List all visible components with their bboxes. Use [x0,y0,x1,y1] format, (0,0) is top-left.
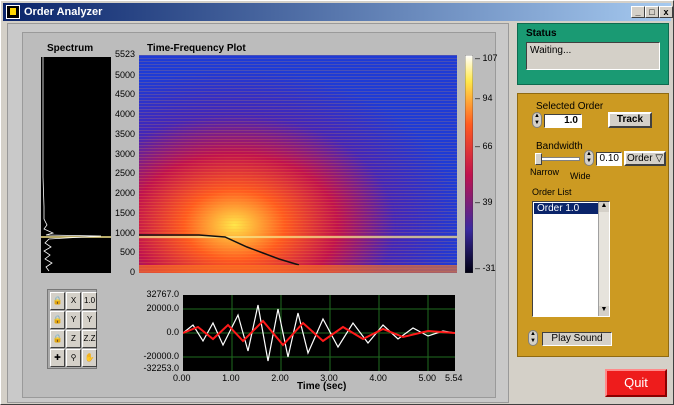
crosshair-icon[interactable]: ✚ [50,349,65,367]
order-list-label: Order List [532,187,572,197]
waveform-y-tick: -20000.0 [143,351,179,361]
quit-button[interactable]: Quit [605,369,667,397]
scroll-up-icon[interactable]: ▲ [599,202,609,212]
lock-icon[interactable]: 🔒 [50,330,65,348]
bandwidth-slider[interactable] [536,157,580,161]
z-format-icon[interactable]: Z.Z [82,330,97,348]
waveform-x-tick: 0.00 [173,373,191,383]
tf-ylabel: Frequency (Hz) [101,90,112,163]
x-scale-icon[interactable]: X [66,292,81,310]
scroll-down-icon[interactable]: ▼ [599,306,609,316]
tf-y-tick: 0 [129,267,135,277]
spectrogram-image[interactable] [139,55,457,273]
waveform-x-tick: 4.00 [369,373,387,383]
wide-label: Wide [570,171,591,181]
graph-palette: 🔒 X 1.0 🔒 Y Y 🔒 Z Z.Z ✚ ⚲ ✋ [47,289,97,369]
lock-icon[interactable]: 🔒 [50,311,65,329]
waveform-graph[interactable] [183,295,455,371]
tf-y-tick: 4000 [114,109,135,120]
order-list-item[interactable]: Order 1.0 [534,203,598,214]
order-spinner[interactable]: ▲ ▼ [532,112,542,128]
narrow-label: Narrow [530,167,560,177]
waveform-y-tick: 0.0 [166,327,179,337]
colorbar [465,55,473,273]
status-label: Status [526,28,557,39]
waveform-y-tick: 32767.0 [146,289,179,299]
lock-icon[interactable]: 🔒 [50,292,65,310]
analysis-panel: Spectrum Time-Frequency Plot Frequency (… [7,23,509,403]
tf-y-tick: 5523 [114,49,135,59]
play-sound-field[interactable]: Play Sound [542,332,612,346]
unit-select-value: Order [626,153,653,164]
waveform-x-tick: 5.54 [445,373,463,383]
waveform-y-tick: 20000.0 [146,303,179,313]
bandwidth-slider-thumb[interactable] [535,153,543,165]
waveform-x-tick: 1.00 [222,373,240,383]
order-list[interactable]: Order 1.0 ▲ ▼ [532,201,610,317]
y-scale-icon[interactable]: Y [66,311,81,329]
pan-icon[interactable]: ✋ [82,349,97,367]
window-title: Order Analyzer [24,6,103,18]
maximize-button[interactable]: □ [645,6,659,18]
tf-y-tick: 4500 [114,89,135,100]
selected-order-input[interactable]: 1.0 [544,114,582,128]
tf-y-tick: 2000 [114,188,135,199]
colorbar-tick: – 39 [475,197,493,208]
tf-plot-title: Time-Frequency Plot [147,43,246,54]
waveform-x-tick: 5.00 [418,373,437,383]
control-panel: Selected Order ▲ ▼ 1.0 Track Bandwidth ▲ ▼… [517,93,669,357]
bandwidth-label: Bandwidth [536,141,583,152]
status-field: Waiting... [526,42,660,70]
spectrum-graph[interactable] [41,57,111,273]
main-window: Order Analyzer _ □ x Spectrum Time-Frequ… [0,0,674,405]
tf-y-tick: 1500 [114,207,135,218]
waveform-xlabel: Time (sec) [297,381,347,392]
minimize-button[interactable]: _ [631,6,645,18]
colorbar-tick: – 94 [475,92,493,103]
order-list-scrollbar[interactable]: ▲ ▼ [598,202,609,316]
x-format-icon[interactable]: 1.0 [82,292,97,310]
bandwidth-unit-select[interactable]: Order ▽ [624,151,666,166]
app-icon [6,5,20,19]
tf-y-tick: 2500 [114,168,135,179]
chevron-down-icon: ▽ [655,153,664,164]
bandwidth-input[interactable]: 0.10 [596,152,622,166]
spectrum-title: Spectrum [47,43,94,54]
tf-y-tick: 3000 [114,148,135,159]
tf-y-tick: 3500 [114,128,135,139]
colorbar-tick: – 107 [475,53,498,64]
status-panel: Status Waiting... [517,23,669,85]
close-button[interactable]: x [659,6,673,18]
analysis-panel-inner: Spectrum Time-Frequency Plot Frequency (… [22,32,498,398]
tf-y-tick: 1000 [114,227,135,238]
title-bar: Order Analyzer _ □ x [3,3,673,21]
selected-order-label: Selected Order [536,101,604,112]
waveform-y-tick: -32253.0 [143,363,179,373]
z-scale-icon[interactable]: Z [66,330,81,348]
zoom-icon[interactable]: ⚲ [66,349,81,367]
play-sound-spinner[interactable]: ▲ ▼ [528,330,538,346]
tf-y-tick: 500 [119,247,135,258]
waveform-x-tick: 2.00 [271,373,289,383]
tf-y-tick: 5000 [114,69,135,80]
y-format-icon[interactable]: Y [82,311,97,329]
track-button[interactable]: Track [608,112,652,128]
colorbar-tick: – 66 [475,140,493,151]
colorbar-tick: – -31 [475,262,496,273]
bandwidth-spinner[interactable]: ▲ ▼ [584,150,594,166]
